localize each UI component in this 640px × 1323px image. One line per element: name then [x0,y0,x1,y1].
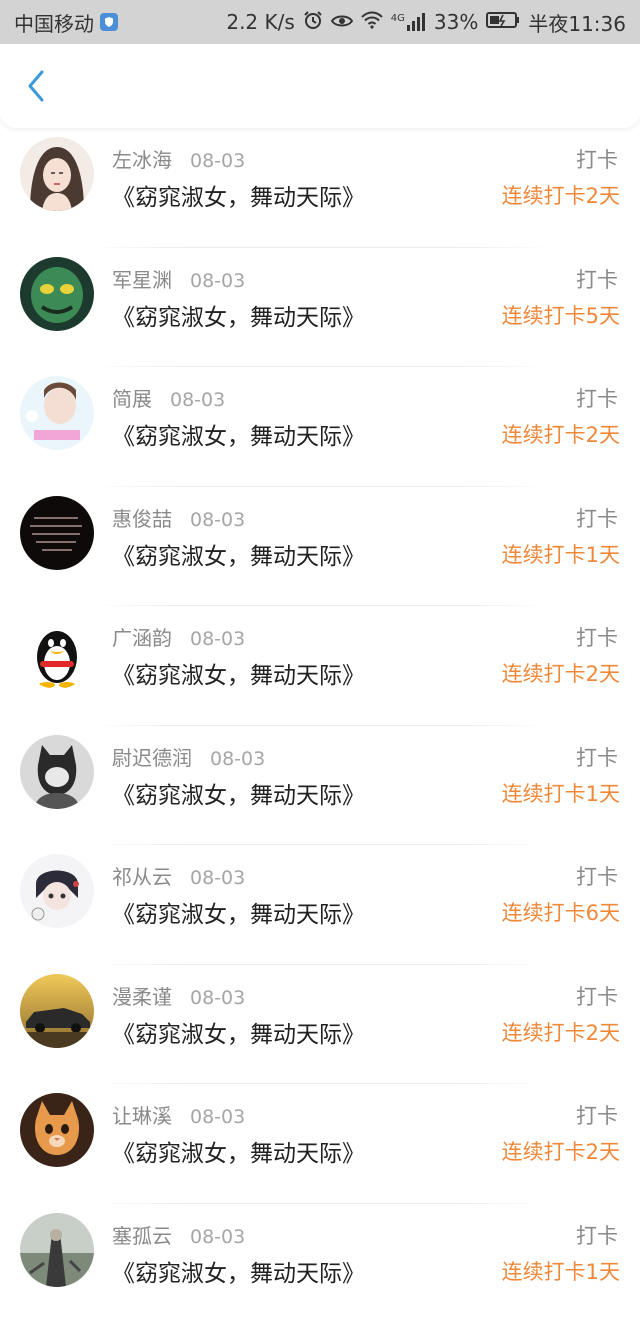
user-name: 漫柔谨 [112,981,172,1010]
user-name: 塞孤云 [112,1220,172,1249]
back-button[interactable] [16,66,56,106]
streak-badge: 连续打卡2天 [502,180,620,210]
avatar[interactable] [20,735,94,809]
eye-icon [331,10,353,34]
user-name: 惠俊喆 [112,503,172,532]
work-title: 《窈窕淑女，舞动天际》 [112,1015,365,1049]
network-type: 4G [391,13,405,24]
post-date: 08-03 [190,987,245,1009]
work-title: 《窈窕淑女，舞动天际》 [112,178,365,212]
work-title: 《窈窕淑女，舞动天际》 [112,417,365,451]
user-name: 左冰海 [112,144,172,173]
streak-badge: 连续打卡2天 [502,1136,620,1166]
work-title: 《窈窕淑女，舞动天际》 [112,1254,365,1288]
action-kind: 打卡 [576,383,618,413]
action-kind: 打卡 [576,1220,618,1250]
streak-badge: 连续打卡2天 [502,1017,620,1047]
avatar[interactable] [20,974,94,1048]
list-item[interactable]: 军星渊 08-03 《窈窕淑女，舞动天际》 打卡 连续打卡5天 [0,248,640,368]
avatar[interactable] [20,496,94,570]
list-item[interactable]: 祁从云 08-03 《窈窕淑女，舞动天际》 打卡 连续打卡6天 [0,845,640,965]
action-kind: 打卡 [576,981,618,1011]
work-title: 《窈窕淑女，舞动天际》 [112,537,365,571]
clock-time: 半夜11:36 [528,8,626,37]
wifi-icon [361,10,383,34]
post-date: 08-03 [210,748,265,770]
streak-badge: 连续打卡5天 [502,300,620,330]
action-kind: 打卡 [576,264,618,294]
signal-icon: 4G [391,13,426,31]
post-date: 08-03 [190,509,245,531]
avatar[interactable] [20,854,94,928]
action-kind: 打卡 [576,1100,618,1130]
streak-badge: 连续打卡2天 [502,658,620,688]
avatar[interactable] [20,1093,94,1167]
alarm-icon [303,10,323,35]
shield-icon [100,13,118,31]
list-item[interactable]: 让琳溪 08-03 《窈窕淑女，舞动天际》 打卡 连续打卡2天 [0,1084,640,1204]
action-kind: 打卡 [576,144,618,174]
action-kind: 打卡 [576,861,618,891]
action-kind: 打卡 [576,622,618,652]
network-speed: 2.2 K/s [226,10,294,34]
user-name: 尉迟德润 [112,742,192,771]
carrier-label: 中国移动 [14,8,94,37]
post-date: 08-03 [190,150,245,172]
work-title: 《窈窕淑女，舞动天际》 [112,895,365,929]
user-name: 简展 [112,383,152,412]
user-name: 让琳溪 [112,1100,172,1129]
list-item[interactable]: 广涵韵 08-03 《窈窕淑女，舞动天际》 打卡 连续打卡2天 [0,606,640,726]
list-item[interactable]: 尉迟德润 08-03 《窈窕淑女，舞动天际》 打卡 连续打卡1天 [0,726,640,846]
user-name: 军星渊 [112,264,172,293]
list-item[interactable]: 塞孤云 08-03 《窈窕淑女，舞动天际》 打卡 连续打卡1天 [0,1204,640,1323]
battery-percent: 33% [434,10,478,34]
avatar[interactable] [20,615,94,689]
work-title: 《窈窕淑女，舞动天际》 [112,776,365,810]
nav-header [0,44,640,128]
streak-badge: 连续打卡1天 [502,539,620,569]
battery-icon [486,10,520,34]
list-item[interactable]: 惠俊喆 08-03 《窈窕淑女，舞动天际》 打卡 连续打卡1天 [0,487,640,607]
post-date: 08-03 [190,1106,245,1128]
work-title: 《窈窕淑女，舞动天际》 [112,298,365,332]
user-name: 祁从云 [112,861,172,890]
streak-badge: 连续打卡2天 [502,419,620,449]
avatar[interactable] [20,376,94,450]
list-item[interactable]: 简展 08-03 《窈窕淑女，舞动天际》 打卡 连续打卡2天 [0,367,640,487]
action-kind: 打卡 [576,503,618,533]
work-title: 《窈窕淑女，舞动天际》 [112,656,365,690]
work-title: 《窈窕淑女，舞动天际》 [112,1134,365,1168]
user-name: 广涵韵 [112,622,172,651]
avatar[interactable] [20,137,94,211]
post-date: 08-03 [190,867,245,889]
status-bar: 中国移动 2.2 K/s 4G 33% 半夜11:36 [0,0,640,44]
post-date: 08-03 [190,270,245,292]
avatar[interactable] [20,257,94,331]
list-item[interactable]: 左冰海 08-03 《窈窕淑女，舞动天际》 打卡 连续打卡2天 [0,128,640,248]
chevron-left-icon [25,69,47,103]
streak-badge: 连续打卡1天 [502,1256,620,1286]
action-kind: 打卡 [576,742,618,772]
avatar[interactable] [20,1213,94,1287]
post-date: 08-03 [170,389,225,411]
post-date: 08-03 [190,1226,245,1248]
checkin-list: 左冰海 08-03 《窈窕淑女，舞动天际》 打卡 连续打卡2天 军星渊 08-0… [0,128,640,1323]
list-item[interactable]: 漫柔谨 08-03 《窈窕淑女，舞动天际》 打卡 连续打卡2天 [0,965,640,1085]
streak-badge: 连续打卡6天 [502,897,620,927]
streak-badge: 连续打卡1天 [502,778,620,808]
post-date: 08-03 [190,628,245,650]
